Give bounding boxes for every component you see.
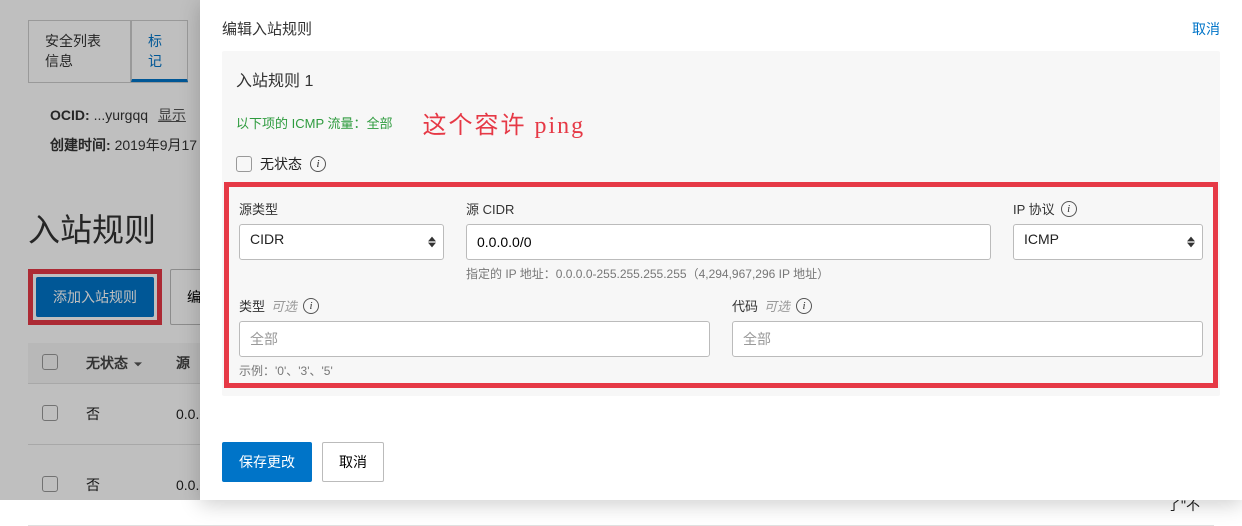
code-label: 代码 可选 i (732, 296, 1203, 315)
rule-heading: 入站规则 1 (236, 67, 1206, 91)
rule-block: 入站规则 1 以下项的 ICMP 流量：全部 这个容许 ping 无状态 i 源… (222, 51, 1220, 396)
annotation-highlight-frame: 源类型 CIDR 源 CIDR 指定的 IP 地址：0.0.0.0-255 (224, 182, 1218, 388)
stateless-label: 无状态 (260, 154, 302, 174)
info-icon[interactable]: i (303, 298, 319, 314)
modal-header: 编辑入站规则 取消 (200, 0, 1242, 51)
source-type-select[interactable]: CIDR (239, 224, 444, 260)
stateless-checkbox[interactable] (236, 156, 252, 172)
modal-cancel-link[interactable]: 取消 (1192, 19, 1220, 39)
type-hint: 示例：'0'、'3'、'5' (239, 362, 710, 379)
icmp-code-input[interactable] (732, 321, 1203, 357)
modal-body: 入站规则 1 以下项的 ICMP 流量：全部 这个容许 ping 无状态 i 源… (200, 51, 1242, 428)
save-button[interactable]: 保存更改 (222, 442, 312, 482)
type-label: 类型 可选 i (239, 296, 710, 315)
modal-title: 编辑入站规则 (222, 18, 312, 39)
source-cidr-input[interactable] (466, 224, 991, 260)
form-row-2: 类型 可选 i 示例：'0'、'3'、'5' 代码 可选 i (239, 296, 1203, 379)
icmp-type-input[interactable] (239, 321, 710, 357)
form-row-1: 源类型 CIDR 源 CIDR 指定的 IP 地址：0.0.0.0-255 (239, 199, 1203, 282)
icmp-traffic-summary: 以下项的 ICMP 流量：全部 (236, 113, 393, 132)
annotation-allow-ping: 这个容许 ping (423, 105, 586, 140)
edit-ingress-rule-modal: 编辑入站规则 取消 入站规则 1 以下项的 ICMP 流量：全部 这个容许 pi… (200, 0, 1242, 500)
source-type-label: 源类型 (239, 199, 444, 218)
info-icon[interactable]: i (310, 156, 326, 172)
cidr-hint: 指定的 IP 地址：0.0.0.0-255.255.255.255（4,294,… (466, 265, 991, 282)
cancel-button[interactable]: 取消 (322, 442, 384, 482)
ip-protocol-select[interactable]: ICMP (1013, 224, 1203, 260)
ip-protocol-label: IP 协议 i (1013, 199, 1203, 218)
annotation-row: 以下项的 ICMP 流量：全部 这个容许 ping (236, 105, 1206, 140)
modal-footer: 保存更改 取消 (200, 428, 1242, 500)
stateless-row: 无状态 i (236, 150, 1206, 182)
info-icon[interactable]: i (796, 298, 812, 314)
source-cidr-label: 源 CIDR (466, 199, 991, 218)
info-icon[interactable]: i (1061, 201, 1077, 217)
